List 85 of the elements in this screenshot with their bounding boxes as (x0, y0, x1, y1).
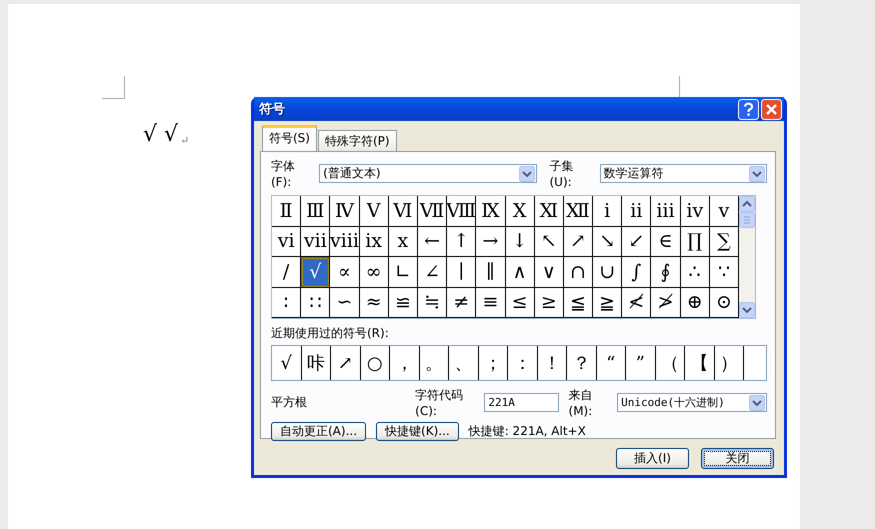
symbol-cell[interactable]: ∣ (447, 257, 476, 288)
symbol-cell[interactable]: Ⅶ (418, 196, 448, 226)
symbol-cell[interactable]: ≠ (447, 288, 476, 318)
help-icon[interactable] (738, 98, 759, 120)
symbol-cell[interactable]: ∫ (622, 257, 652, 288)
font-label: 字体(F): (271, 158, 296, 189)
symbol-cell[interactable]: ↖ (534, 226, 564, 257)
symbol-cell[interactable]: Ⅵ (388, 196, 418, 226)
symbol-cell[interactable]: √ (301, 257, 330, 288)
subset-label: 子集(U): (549, 158, 574, 189)
symbol-cell[interactable]: ⅳ (680, 196, 710, 226)
symbol-cell[interactable]: Ⅱ (272, 196, 302, 226)
symbol-cell[interactable]: ↗ (564, 226, 594, 257)
symbol-cell[interactable]: ∟ (388, 257, 418, 288)
symbol-cell[interactable]: ↑ (447, 226, 476, 257)
scroll-up-icon[interactable] (739, 196, 755, 212)
symbol-cell[interactable]: ⅲ (651, 196, 681, 226)
symbol-cell[interactable]: ≡ (476, 288, 506, 318)
symbol-cell[interactable]: ← (418, 226, 448, 257)
tab[interactable]: 特殊字符(P) (318, 130, 397, 151)
symbol-cell[interactable]: ≧ (593, 288, 622, 318)
symbol-cell[interactable]: ≦ (564, 288, 594, 318)
symbol-cell[interactable]: ⅸ (360, 226, 389, 257)
symbol-cell[interactable]: Ⅺ (534, 196, 564, 226)
symbol-cell[interactable]: ↓ (506, 226, 535, 257)
recent-label: 近期使用过的符号(R): (271, 325, 390, 342)
character-name: 平方根 (271, 394, 308, 411)
symbol-cell[interactable]: ⅷ (330, 226, 360, 257)
margin-corner-icon (102, 76, 125, 99)
symbol-cell[interactable]: Ⅴ (360, 196, 389, 226)
symbol-cell[interactable]: Ⅸ (476, 196, 506, 226)
symbol-cell[interactable]: ⅵ (272, 226, 302, 257)
symbol-cell[interactable]: Ⅹ (506, 196, 535, 226)
scrollbar[interactable] (739, 196, 755, 318)
symbol-cell[interactable]: ∠ (418, 257, 448, 288)
symbol-cell[interactable]: ∷ (301, 288, 330, 318)
symbol-cell[interactable]: ⅹ (388, 226, 418, 257)
code-label: 字符代码(C): (415, 387, 464, 418)
from-label: 来自(M): (568, 387, 594, 418)
symbol-cell[interactable]: ∞ (360, 257, 389, 288)
symbol-cell[interactable]: ∩ (564, 257, 594, 288)
symbol-cell[interactable]: ⊕ (680, 288, 710, 318)
symbol-cell[interactable]: ≯ (651, 288, 681, 318)
paragraph-mark: ↵ (180, 134, 190, 147)
symbol-cell[interactable]: ∮ (651, 257, 681, 288)
code-field[interactable]: 221A (484, 393, 559, 412)
symbol-cell[interactable]: ∥ (476, 257, 506, 288)
symbol-cell[interactable]: ⅱ (622, 196, 652, 226)
symbol-cell[interactable]: ≒ (418, 288, 448, 318)
tab[interactable]: 符号(S) (262, 125, 317, 151)
symbol-cell[interactable]: ≤ (506, 288, 535, 318)
symbol-cell[interactable]: ∽ (330, 288, 360, 318)
symbol-cell[interactable]: ∴ (680, 257, 710, 288)
symbol-cell[interactable]: Ⅷ (447, 196, 476, 226)
window-title: 符号 (259, 101, 286, 118)
symbol-cell[interactable]: ∧ (506, 257, 535, 288)
symbol-cell[interactable]: ∝ (330, 257, 360, 288)
symbol-cell[interactable]: Ⅻ (564, 196, 594, 226)
symbol-cell[interactable]: Ⅲ (301, 196, 330, 226)
symbol-cell[interactable]: ∪ (593, 257, 622, 288)
insert-button[interactable]: 插入(I) (616, 448, 689, 469)
shortcut-key-button[interactable]: 快捷键(K)... (376, 422, 459, 441)
symbol-cell[interactable]: ≈ (360, 288, 389, 318)
shortcut-text: 快捷键: 221A, Alt+X (468, 423, 586, 440)
subset-dropdown[interactable]: 数学运算符 (600, 164, 767, 183)
symbol-cell[interactable]: ≥ (534, 288, 564, 318)
symbol-cell[interactable]: ∈ (651, 226, 681, 257)
symbol-cell[interactable]: ∶ (272, 288, 302, 318)
symbol-cell[interactable]: ≌ (388, 288, 418, 318)
symbol-cell[interactable]: ↘ (593, 226, 622, 257)
symbol-cell[interactable]: → (476, 226, 506, 257)
font-dropdown[interactable]: (普通文本) (319, 164, 538, 183)
close-button[interactable]: 关闭 (701, 448, 774, 469)
close-icon[interactable] (761, 98, 782, 120)
symbol-cell[interactable]: ↙ (622, 226, 652, 257)
document-text: √ √ (143, 122, 178, 147)
symbol-cell[interactable]: ∨ (534, 257, 564, 288)
scroll-thumb-icon[interactable] (739, 212, 755, 228)
symbol-cell[interactable]: ⅰ (593, 196, 622, 226)
symbol-cell[interactable]: Ⅳ (330, 196, 360, 226)
symbol-cell[interactable]: ≮ (622, 288, 652, 318)
autocorrect-button[interactable]: 自动更正(A)... (271, 422, 366, 441)
scroll-down-icon[interactable] (739, 302, 755, 318)
symbol-cell[interactable]: ∏ (680, 226, 710, 257)
from-dropdown[interactable]: Unicode(十六进制) (617, 393, 767, 412)
